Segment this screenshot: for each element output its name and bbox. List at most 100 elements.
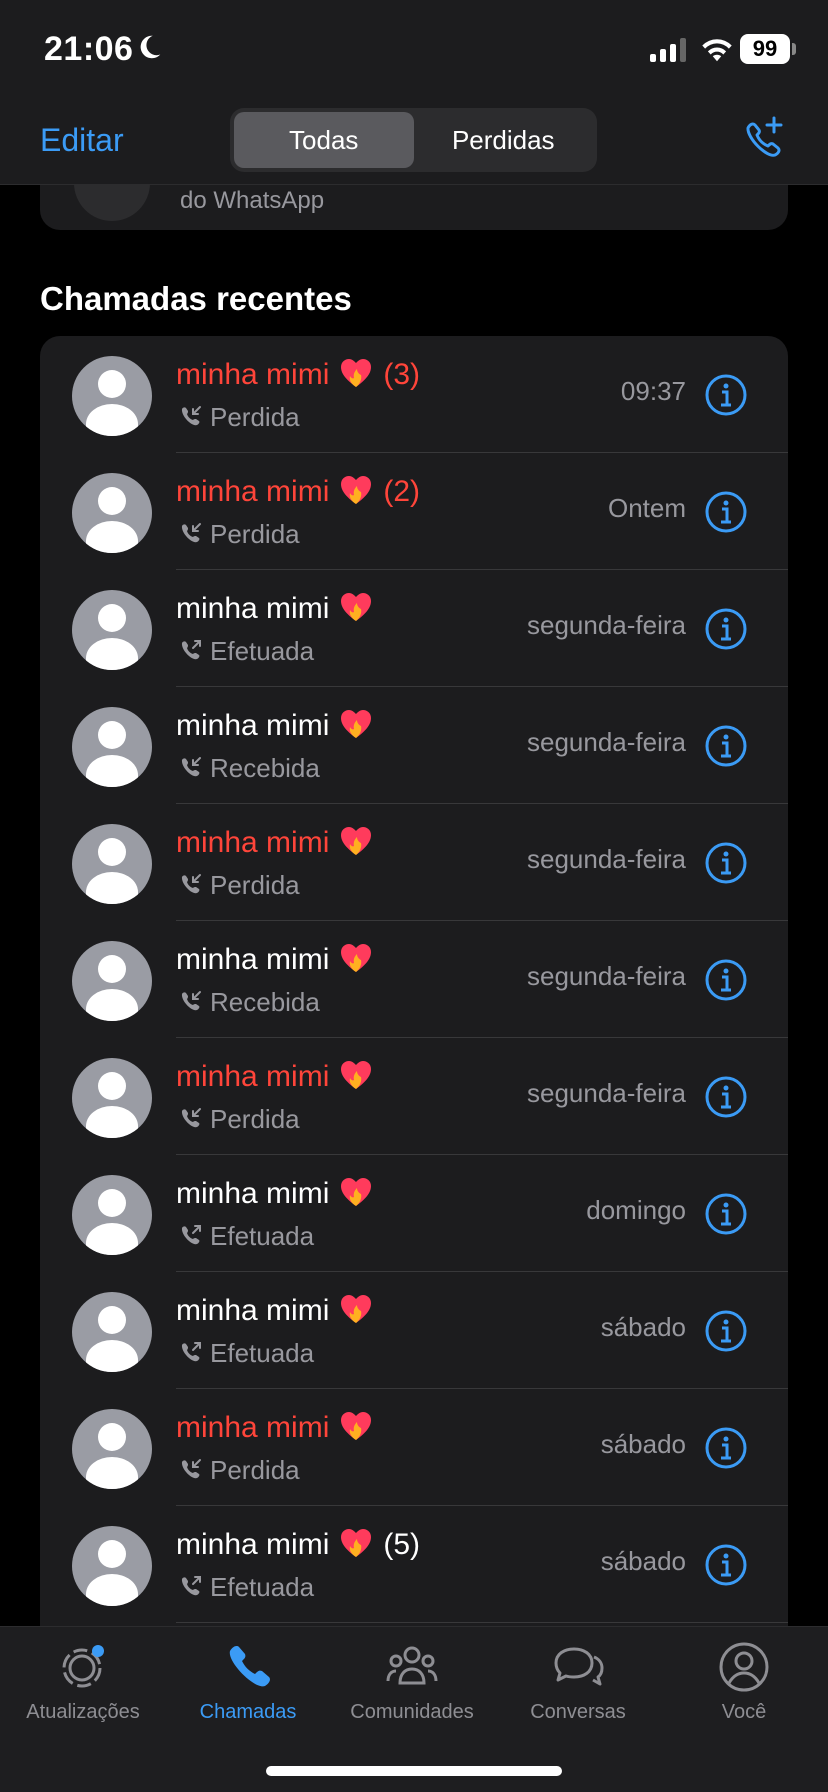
call-time: segunda-feira	[527, 844, 686, 874]
card-text: do WhatsApp	[180, 187, 325, 214]
call-count: (3)	[383, 358, 421, 391]
heart-on-fire-emoji	[341, 710, 372, 738]
call-row[interactable]: minha mimi Perdida segunda-feira	[40, 1038, 788, 1155]
tab-communities-label: Comunidades	[350, 1701, 474, 1723]
info-icon[interactable]	[704, 724, 748, 768]
contact-name-text: minha mimi	[176, 826, 330, 859]
incoming-call-icon	[181, 1107, 201, 1127]
call-type: Perdida	[176, 519, 300, 550]
tab-profile-label: Você	[721, 1701, 767, 1723]
call-type: Perdida	[176, 870, 300, 901]
contact-name: minha mimi (3)	[176, 356, 420, 392]
contact-name-text: minha mimi	[176, 358, 330, 391]
call-row[interactable]: minha mimi (3) Perdida 09:37	[40, 336, 788, 453]
outgoing-call-icon	[181, 1224, 201, 1244]
recent-calls-list: minha mimi (3) Perdida 09:37 minha mimi (2) Pe…	[40, 336, 788, 1626]
contact-name-text: minha mimi	[176, 1294, 330, 1327]
outgoing-call-icon	[181, 1341, 201, 1361]
heart-on-fire-emoji	[341, 476, 372, 504]
profile-icon	[719, 1642, 769, 1692]
contact-name-text: minha mimi	[176, 943, 330, 976]
avatar	[72, 1409, 152, 1489]
info-icon[interactable]	[704, 373, 748, 417]
avatar	[72, 941, 152, 1021]
incoming-call-icon	[181, 990, 201, 1010]
contact-name-text: minha mimi	[176, 709, 330, 742]
tab-calls-label: Chamadas	[199, 1701, 297, 1723]
avatar	[72, 707, 152, 787]
info-icon[interactable]	[704, 958, 748, 1002]
contact-name-text: minha mimi	[176, 1177, 330, 1210]
contact-name: minha mimi	[176, 1058, 373, 1094]
cellular-signal-icon	[650, 38, 686, 62]
avatar	[72, 473, 152, 553]
contact-name: minha mimi (2)	[176, 473, 420, 509]
segment-todas[interactable]: Todas	[234, 112, 414, 168]
tab-updates[interactable]: Atualizações	[3, 1639, 163, 1724]
edit-button[interactable]: Editar	[40, 122, 124, 159]
contact-name: minha mimi	[176, 1292, 373, 1328]
tab-profile[interactable]: Você	[664, 1639, 824, 1724]
call-row[interactable]: minha mimi Efetuada domingo	[40, 1155, 788, 1272]
avatar	[72, 1175, 152, 1255]
info-icon[interactable]	[704, 1543, 748, 1587]
call-type-label: Perdida	[210, 519, 300, 549]
call-row[interactable]: minha mimi Efetuada segunda-feira	[40, 570, 788, 687]
tab-updates-label: Atualizações	[26, 1701, 140, 1723]
call-row[interactable]: minha mimi Recebida segunda-feira	[40, 921, 788, 1038]
segment-perdidas[interactable]: Perdidas	[414, 112, 594, 168]
outgoing-call-icon	[181, 1575, 201, 1595]
call-time: sábado	[600, 1429, 686, 1459]
info-icon[interactable]	[704, 841, 748, 885]
incoming-call-icon	[181, 756, 201, 776]
status-bar: 21:06 99	[0, 0, 828, 100]
communities-icon	[386, 1646, 438, 1685]
call-row[interactable]: minha mimi Perdida segunda-feira	[40, 804, 788, 921]
heart-on-fire-emoji	[341, 1178, 372, 1206]
incoming-call-icon	[181, 522, 201, 542]
call-type: Efetuada	[176, 1572, 314, 1603]
call-type-label: Efetuada	[210, 1572, 315, 1602]
call-type: Recebida	[176, 987, 320, 1018]
call-type-label: Efetuada	[210, 1221, 315, 1251]
tab-communities[interactable]: Comunidades	[332, 1639, 492, 1724]
chats-icon	[554, 1647, 604, 1686]
battery-tip	[792, 43, 796, 55]
heart-on-fire-emoji	[341, 944, 372, 972]
call-type: Efetuada	[176, 1338, 314, 1369]
info-icon[interactable]	[704, 1075, 748, 1119]
info-icon[interactable]	[704, 1309, 748, 1353]
call-type: Perdida	[176, 1104, 300, 1135]
filter-segmented-control: Todas Perdidas	[230, 108, 597, 172]
contact-name: minha mimi	[176, 1409, 373, 1445]
info-icon[interactable]	[704, 607, 748, 651]
call-row[interactable]: minha mimi (5) Efetuada sábado	[40, 1506, 788, 1623]
call-row[interactable]: minha mimi Perdida sábado	[40, 1389, 788, 1506]
info-icon[interactable]	[704, 1426, 748, 1470]
tab-chats[interactable]: Conversas	[498, 1639, 658, 1724]
incoming-call-icon	[181, 873, 201, 893]
new-call-icon[interactable]	[738, 114, 788, 164]
contact-name-text: minha mimi	[176, 1411, 330, 1444]
avatar	[72, 356, 152, 436]
heart-on-fire-emoji	[341, 593, 372, 621]
heart-on-fire-emoji	[341, 1412, 372, 1440]
contact-name: minha mimi	[176, 824, 373, 860]
info-icon[interactable]	[704, 490, 748, 534]
call-time: sábado	[600, 1312, 686, 1342]
call-time: domingo	[586, 1195, 686, 1225]
call-count: (2)	[383, 475, 421, 508]
info-icon[interactable]	[704, 1192, 748, 1236]
call-type-label: Perdida	[210, 1455, 300, 1485]
wifi-icon	[702, 39, 732, 62]
phone-icon	[229, 1646, 270, 1687]
call-row[interactable]: minha mimi (2) Perdida Ontem	[40, 453, 788, 570]
whatsapp-link-card[interactable]: do WhatsApp	[40, 185, 788, 230]
call-type: Perdida	[176, 402, 300, 433]
call-row[interactable]: minha mimi Efetuada sábado	[40, 1272, 788, 1389]
call-time: 09:37	[620, 376, 686, 406]
tab-calls[interactable]: Chamadas	[168, 1639, 328, 1724]
contact-name: minha mimi	[176, 941, 373, 977]
call-row[interactable]: minha mimi Recebida segunda-feira	[40, 687, 788, 804]
call-type: Efetuada	[176, 636, 314, 667]
